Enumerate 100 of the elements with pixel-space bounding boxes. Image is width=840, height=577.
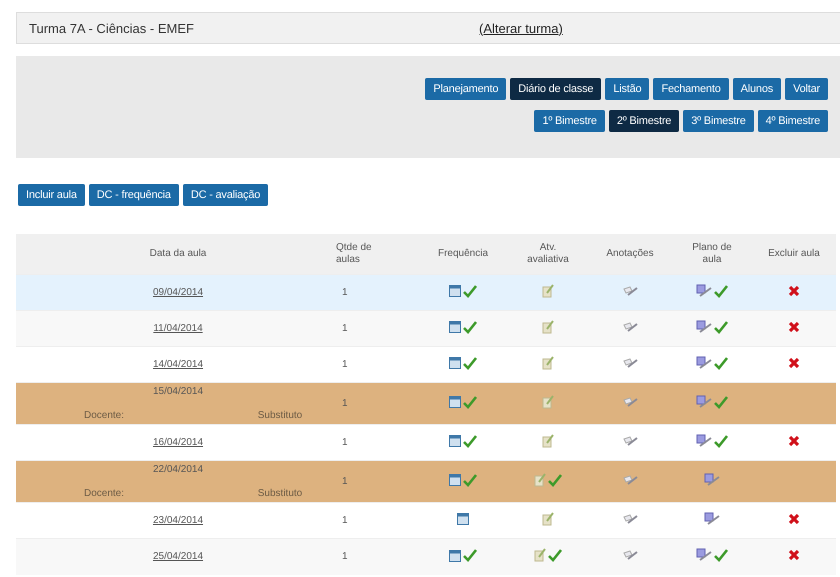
notepad-icon[interactable] — [534, 473, 546, 487]
nav-button[interactable]: Fechamento — [653, 78, 729, 100]
notepad-icon[interactable] — [542, 320, 554, 334]
delete-icon[interactable] — [788, 549, 800, 562]
substitute-label: Substituto — [258, 488, 302, 499]
lesson-plan-icon[interactable] — [696, 320, 712, 334]
lesson-date-link[interactable]: 15/04/2014 — [152, 386, 204, 397]
notepad-icon[interactable] — [542, 512, 554, 526]
lesson-date-link[interactable]: 11/04/2014 — [153, 323, 203, 334]
nav-button[interactable]: Listão — [605, 78, 650, 100]
notepad-icon[interactable] — [542, 395, 554, 409]
lesson-count: 1 — [341, 515, 348, 526]
check-icon — [714, 284, 728, 298]
lesson-date-link[interactable]: 14/04/2014 — [152, 359, 204, 370]
lesson-count: 1 — [341, 437, 348, 448]
column-header: Atv. avaliativa — [526, 242, 570, 266]
notepad-icon[interactable] — [542, 434, 554, 448]
column-header: Excluir aula — [768, 248, 820, 260]
calendar-icon[interactable] — [449, 550, 461, 562]
column-header: Data da aula — [150, 248, 206, 260]
column-header: Qtde de aulas — [336, 242, 373, 266]
term-tab[interactable]: 4º Bimestre — [758, 110, 828, 132]
lesson-plan-icon[interactable] — [704, 473, 720, 487]
term-tab[interactable]: 2º Bimestre — [608, 110, 680, 132]
nav-button[interactable]: Diário de classe — [510, 78, 602, 100]
pencil-icon[interactable] — [622, 549, 638, 562]
action-button[interactable]: Incluir aula — [18, 184, 85, 206]
check-icon — [548, 474, 562, 486]
table-row[interactable]: 23/04/2014 1 — [16, 502, 836, 538]
lesson-count: 1 — [341, 551, 348, 562]
lesson-count: 1 — [341, 359, 348, 370]
pencil-icon[interactable] — [622, 435, 638, 447]
lesson-count: 1 — [341, 323, 348, 334]
action-button[interactable]: DC - avaliação — [182, 184, 268, 206]
calendar-icon[interactable] — [449, 321, 461, 334]
check-icon — [463, 356, 477, 370]
action-button[interactable]: DC - frequência — [88, 184, 179, 206]
notepad-icon[interactable] — [534, 548, 546, 562]
check-icon — [463, 284, 477, 298]
check-icon — [463, 549, 477, 562]
calendar-icon[interactable] — [457, 513, 469, 525]
check-icon — [463, 320, 477, 334]
term-tab[interactable]: 3º Bimestre — [683, 110, 754, 132]
delete-icon[interactable] — [788, 357, 800, 369]
substitute-label: Substituto — [258, 410, 302, 421]
pencil-icon[interactable] — [622, 357, 638, 369]
check-icon — [463, 396, 477, 409]
delete-icon[interactable] — [788, 285, 800, 297]
lesson-date-link[interactable]: 09/04/2014 — [152, 287, 204, 298]
delete-icon[interactable] — [788, 321, 800, 333]
table-row[interactable]: 25/04/2014 1 — [16, 538, 836, 574]
table-row[interactable]: 14/04/2014 1 — [16, 346, 836, 382]
delete-icon[interactable] — [788, 513, 800, 525]
check-icon — [463, 434, 477, 448]
change-class-link[interactable]: (Alterar turma) — [479, 20, 563, 36]
lesson-count: 1 — [341, 476, 348, 487]
column-header: Frequência — [438, 248, 488, 260]
pencil-icon[interactable] — [622, 396, 638, 408]
check-icon — [714, 356, 728, 370]
check-icon — [714, 434, 728, 448]
delete-icon[interactable] — [788, 435, 800, 447]
calendar-icon[interactable] — [449, 474, 461, 486]
check-icon — [548, 548, 562, 562]
lesson-count: 1 — [341, 287, 348, 298]
pencil-icon[interactable] — [622, 513, 638, 525]
notepad-icon[interactable] — [542, 284, 554, 298]
pencil-icon[interactable] — [622, 321, 638, 333]
teacher-label: Docente: — [84, 410, 124, 421]
lesson-date-link[interactable]: 22/04/2014 — [152, 464, 204, 475]
term-tab[interactable]: 1º Bimestre — [534, 110, 605, 132]
column-header: Plano de aula — [691, 242, 733, 266]
calendar-icon[interactable] — [449, 357, 461, 370]
notepad-icon[interactable] — [542, 356, 554, 370]
lesson-plan-icon[interactable] — [696, 548, 712, 562]
nav-button[interactable]: Planejamento — [425, 78, 506, 100]
lesson-plan-icon[interactable] — [696, 395, 712, 409]
lesson-date-link[interactable]: 16/04/2014 — [152, 437, 204, 448]
lesson-plan-icon[interactable] — [696, 434, 712, 448]
page-title: Turma 7A - Ciências - EMEF — [29, 20, 195, 36]
lesson-count: 1 — [341, 398, 348, 409]
pencil-icon[interactable] — [622, 285, 638, 297]
calendar-icon[interactable] — [449, 285, 461, 298]
lesson-plan-icon[interactable] — [696, 284, 712, 298]
lesson-plan-icon[interactable] — [704, 512, 720, 526]
check-icon — [714, 548, 728, 562]
lesson-date-link[interactable]: 23/04/2014 — [152, 515, 204, 526]
table-row[interactable]: 11/04/2014 1 — [16, 310, 836, 346]
table-row[interactable]: 16/04/2014 1 — [16, 424, 836, 460]
lesson-plan-icon[interactable] — [696, 356, 712, 370]
check-icon — [463, 474, 477, 487]
teacher-label: Docente: — [84, 488, 124, 499]
calendar-icon[interactable] — [449, 396, 461, 408]
nav-button[interactable]: Alunos — [732, 78, 782, 100]
nav-button[interactable]: Voltar — [785, 78, 828, 100]
column-header: Anotações — [606, 248, 654, 260]
calendar-icon[interactable] — [449, 435, 461, 448]
check-icon — [714, 320, 728, 334]
lesson-date-link[interactable]: 25/04/2014 — [152, 551, 204, 562]
pencil-icon[interactable] — [622, 474, 638, 486]
check-icon — [714, 396, 728, 408]
